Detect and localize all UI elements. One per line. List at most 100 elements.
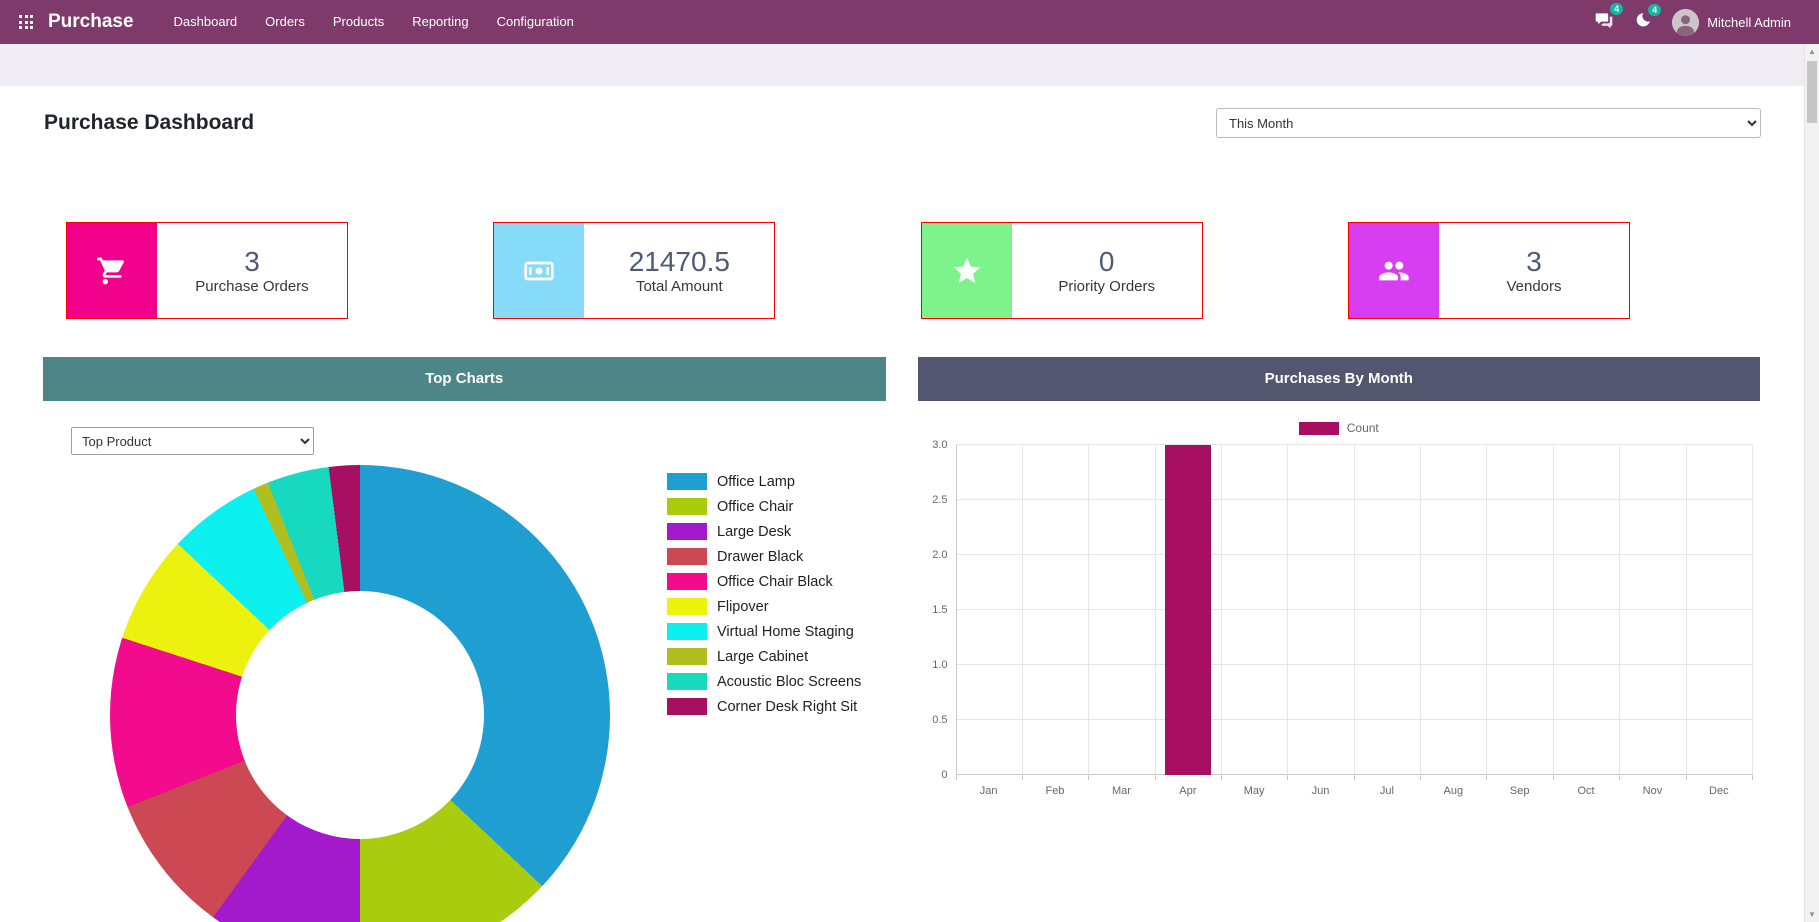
legend-label: Office Chair Black bbox=[717, 574, 833, 590]
v-gridline bbox=[1686, 445, 1687, 775]
x-axis-tick bbox=[1752, 775, 1753, 780]
app-title[interactable]: Purchase bbox=[48, 11, 134, 33]
scrollbar-thumb[interactable] bbox=[1807, 61, 1817, 123]
x-axis-label: Apr bbox=[1155, 785, 1221, 797]
pie-legend: Office Lamp Office Chair Large Desk Drawer … bbox=[667, 473, 861, 723]
top-product-select[interactable]: Top Product bbox=[71, 427, 314, 455]
apps-grid-icon[interactable] bbox=[14, 10, 38, 34]
y-axis-label: 2.5 bbox=[932, 494, 947, 506]
scroll-up-arrow[interactable]: ▲ bbox=[1805, 44, 1819, 59]
kpi-card-total-amount[interactable]: 21470.5Total Amount bbox=[493, 222, 775, 319]
kpi-body: 21470.5Total Amount bbox=[584, 223, 774, 318]
purchases-by-month-body: Count 00.51.01.52.02.53.0 JanFebMarAprMa… bbox=[918, 401, 1761, 922]
menu-item-reporting[interactable]: Reporting bbox=[398, 0, 482, 44]
v-gridline bbox=[1221, 445, 1222, 775]
legend-label: Corner Desk Right Sit bbox=[717, 699, 857, 715]
kpi-card-purchase-orders[interactable]: 3Purchase Orders bbox=[66, 222, 348, 319]
kpi-body: 3Vendors bbox=[1439, 223, 1629, 318]
legend-swatch bbox=[667, 523, 707, 540]
legend-swatch bbox=[667, 548, 707, 565]
kpi-body: 3Purchase Orders bbox=[157, 223, 347, 318]
kpi-card-priority-orders[interactable]: 0Priority Orders bbox=[921, 222, 1203, 319]
v-gridline bbox=[1619, 445, 1620, 775]
bar-apr-count[interactable] bbox=[1165, 445, 1211, 775]
legend-item-flipover[interactable]: Flipover bbox=[667, 598, 861, 615]
menu-item-orders[interactable]: Orders bbox=[251, 0, 319, 44]
legend-item-large-desk[interactable]: Large Desk bbox=[667, 523, 861, 540]
user-menu[interactable]: Mitchell Admin bbox=[1672, 9, 1791, 36]
v-gridline bbox=[1553, 445, 1554, 775]
x-axis-label: Dec bbox=[1686, 785, 1752, 797]
x-axis-labels: JanFebMarAprMayJunJulAugSepOctNovDec bbox=[956, 785, 1753, 801]
x-axis-tick bbox=[1088, 775, 1089, 780]
vertical-scrollbar[interactable]: ▲ ▼ bbox=[1804, 44, 1819, 922]
legend-swatch bbox=[667, 473, 707, 490]
legend-item-office-chair-black[interactable]: Office Chair Black bbox=[667, 573, 861, 590]
kpi-label: Total Amount bbox=[636, 278, 723, 295]
users-icon bbox=[1349, 223, 1439, 318]
legend-item-office-chair[interactable]: Office Chair bbox=[667, 498, 861, 515]
top-navbar: Purchase DashboardOrdersProductsReportin… bbox=[0, 0, 1819, 44]
v-gridline bbox=[1752, 445, 1753, 775]
v-gridline bbox=[1022, 445, 1023, 775]
legend-item-acoustic-bloc-screens[interactable]: Acoustic Bloc Screens bbox=[667, 673, 861, 690]
x-axis-label: Jul bbox=[1354, 785, 1420, 797]
money-icon bbox=[494, 223, 584, 318]
legend-swatch bbox=[667, 673, 707, 690]
legend-label: Office Lamp bbox=[717, 474, 795, 490]
y-axis-labels: 00.51.01.52.02.53.0 bbox=[918, 445, 948, 775]
y-axis-label: 0 bbox=[941, 769, 947, 781]
activities-button[interactable]: 4 bbox=[1634, 11, 1652, 34]
legend-swatch bbox=[667, 598, 707, 615]
legend-swatch bbox=[667, 573, 707, 590]
purchases-by-month-header: Purchases By Month bbox=[918, 357, 1761, 401]
star-icon bbox=[922, 223, 1012, 318]
count-legend-swatch bbox=[1299, 422, 1339, 435]
legend-item-office-lamp[interactable]: Office Lamp bbox=[667, 473, 861, 490]
x-axis-label: Aug bbox=[1420, 785, 1486, 797]
legend-label: Virtual Home Staging bbox=[717, 624, 854, 640]
user-name: Mitchell Admin bbox=[1707, 15, 1791, 30]
x-axis-label: Mar bbox=[1088, 785, 1154, 797]
menu-item-products[interactable]: Products bbox=[319, 0, 398, 44]
donut-chart[interactable] bbox=[110, 465, 610, 922]
x-axis-label: Oct bbox=[1553, 785, 1619, 797]
x-axis-label: Jan bbox=[956, 785, 1022, 797]
scroll-down-arrow[interactable]: ▼ bbox=[1805, 907, 1819, 922]
messages-button[interactable]: 4 bbox=[1594, 10, 1614, 35]
donut-hole bbox=[236, 591, 484, 839]
x-axis-label: Sep bbox=[1486, 785, 1552, 797]
x-axis-tick bbox=[1420, 775, 1421, 780]
menu-item-configuration[interactable]: Configuration bbox=[483, 0, 588, 44]
kpi-value: 3 bbox=[1526, 246, 1542, 278]
legend-item-virtual-home-staging[interactable]: Virtual Home Staging bbox=[667, 623, 861, 640]
dashboard-header: Purchase Dashboard This Month bbox=[0, 86, 1819, 138]
y-axis-label: 0.5 bbox=[932, 714, 947, 726]
top-charts-panel: Top Charts Top Product Office LampOffice… bbox=[43, 357, 886, 922]
x-axis-label: Jun bbox=[1287, 785, 1353, 797]
legend-label: Acoustic Bloc Screens bbox=[717, 674, 861, 690]
legend-item-drawer-black[interactable]: Drawer Black bbox=[667, 548, 861, 565]
x-axis-tick bbox=[1686, 775, 1687, 780]
legend-swatch bbox=[667, 498, 707, 515]
bar-chart-plot bbox=[956, 445, 1753, 775]
x-axis-label: Nov bbox=[1619, 785, 1685, 797]
legend-item-corner-desk-right-sit[interactable]: Corner Desk Right Sit bbox=[667, 698, 861, 715]
bar-legend[interactable]: Count bbox=[918, 421, 1761, 435]
x-axis-tick bbox=[1486, 775, 1487, 780]
x-axis-tick bbox=[1619, 775, 1620, 780]
legend-item-large-cabinet[interactable]: Large Cabinet bbox=[667, 648, 861, 665]
v-gridline bbox=[1420, 445, 1421, 775]
kpi-label: Priority Orders bbox=[1058, 278, 1155, 295]
kpi-label: Purchase Orders bbox=[195, 278, 308, 295]
x-axis-label: Feb bbox=[1022, 785, 1088, 797]
y-axis-label: 1.0 bbox=[932, 659, 947, 671]
menu-item-dashboard[interactable]: Dashboard bbox=[160, 0, 252, 44]
v-gridline bbox=[1486, 445, 1487, 775]
period-select[interactable]: This Month bbox=[1216, 108, 1761, 138]
kpi-row: 3Purchase Orders21470.5Total Amount0Prio… bbox=[66, 222, 1630, 319]
v-gridline bbox=[956, 445, 957, 775]
kpi-card-vendors[interactable]: 3Vendors bbox=[1348, 222, 1630, 319]
v-gridline bbox=[1155, 445, 1156, 775]
x-axis-tick bbox=[1155, 775, 1156, 780]
